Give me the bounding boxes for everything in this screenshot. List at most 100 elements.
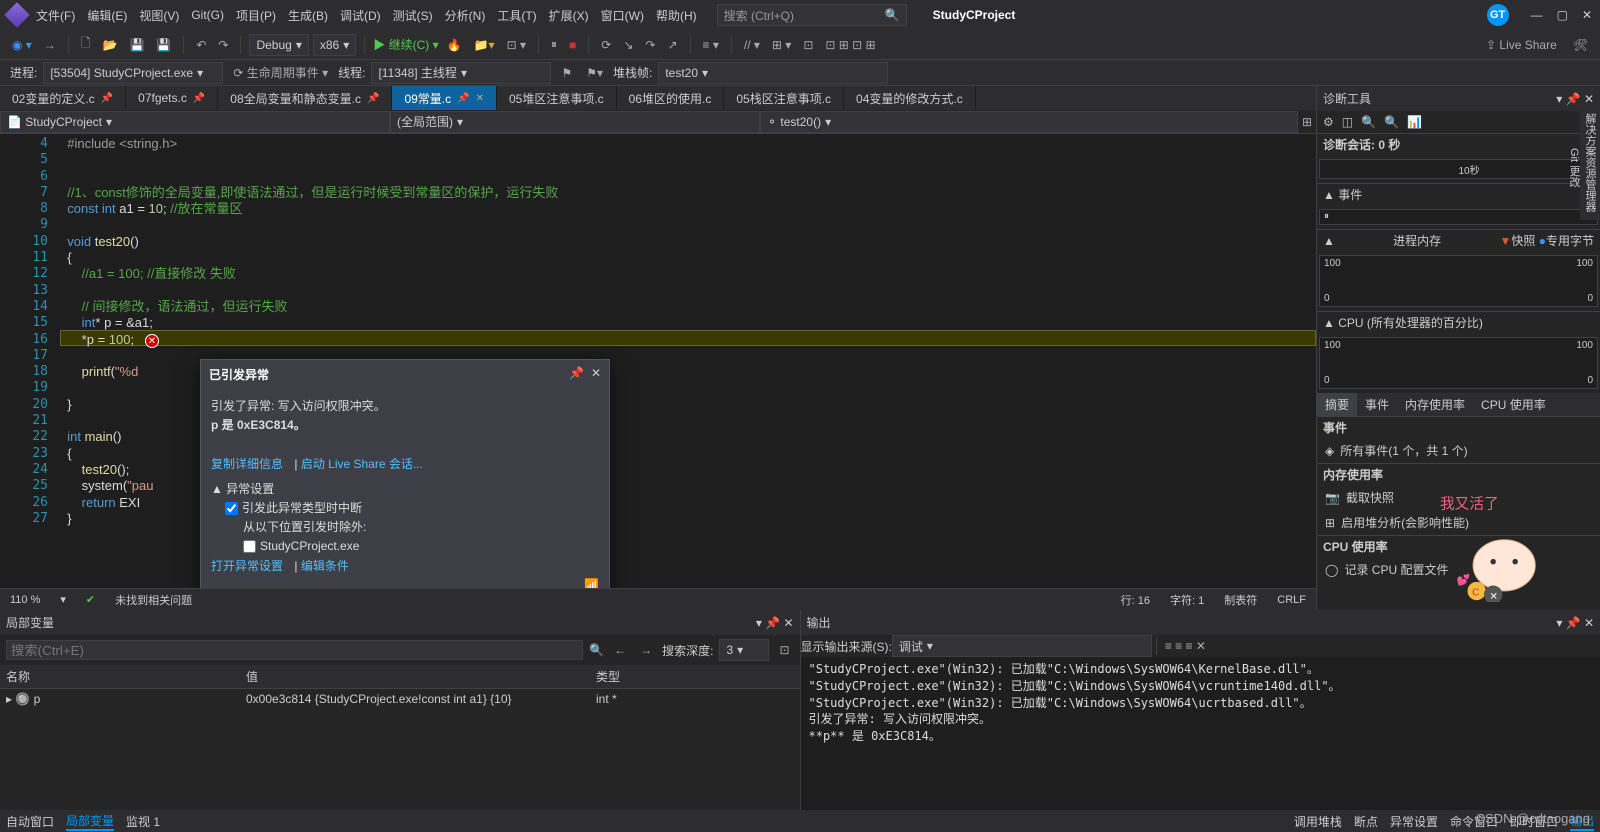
bottom-tab[interactable]: 自动窗口 <box>6 813 54 830</box>
step-over-icon[interactable]: ↷ <box>641 36 659 54</box>
diag-tab[interactable]: 内存使用率 <box>1397 393 1473 416</box>
config-dropdown[interactable]: Debug▾ <box>249 34 308 56</box>
hot-reload-icon[interactable]: 🔥 <box>443 36 466 54</box>
liveshare-button[interactable]: ⇪ Live Share <box>1482 36 1561 54</box>
menu-item[interactable]: 调试(D) <box>334 3 387 28</box>
menu-item[interactable]: 分析(N) <box>439 3 492 28</box>
diag-tab[interactable]: 摘要 <box>1317 393 1357 416</box>
file-tab[interactable]: 05堆区注意事项.c <box>497 86 617 110</box>
diag-tab[interactable]: 事件 <box>1357 393 1397 416</box>
chart-icon[interactable]: ◫ <box>1342 115 1353 129</box>
git-changes-tab[interactable]: Git 更改 <box>1566 123 1582 212</box>
scope-function[interactable]: ⚬ test20()▾ <box>760 111 1298 133</box>
bottom-tab[interactable]: 调用堆栈 <box>1294 813 1342 830</box>
code-editor[interactable]: 4567891011121314151617181920212223242526… <box>0 134 1316 588</box>
copy-details-link[interactable]: 复制详细信息 <box>211 457 283 471</box>
folder-icon[interactable]: 📁▾ <box>470 36 499 54</box>
misc2-icon[interactable]: ⊡ <box>799 36 817 54</box>
split-icon[interactable]: ⊞ <box>1298 113 1316 131</box>
search-icon[interactable]: 🔍 <box>589 643 604 657</box>
menu-item[interactable]: 工具(T) <box>491 3 542 28</box>
stackframe-dropdown[interactable]: test20▾ <box>658 62 888 84</box>
undo-icon[interactable]: ↶ <box>192 36 210 54</box>
redo-icon[interactable]: ↷ <box>214 36 232 54</box>
open-exception-settings-link[interactable]: 打开异常设置 <box>211 559 283 573</box>
step-into-icon[interactable]: ↘ <box>619 36 637 54</box>
step-out-icon[interactable]: ↗ <box>663 36 681 54</box>
pin-icon[interactable]: 📌 <box>569 366 584 380</box>
misc-icon[interactable]: ≡ ▾ <box>699 36 723 54</box>
edit-condition-link[interactable]: 编辑条件 <box>301 559 349 573</box>
nav-fwd-icon[interactable]: → <box>40 36 60 54</box>
format-icon[interactable]: ⊞ ▾ <box>768 36 795 54</box>
flag-icon[interactable]: ⚑ <box>557 64 576 82</box>
save-icon[interactable]: 💾 <box>125 36 148 54</box>
menu-item[interactable]: 项目(P) <box>230 3 282 28</box>
locals-search-input[interactable] <box>6 640 583 660</box>
bottom-tab[interactable]: 异常设置 <box>1390 813 1438 830</box>
pin-icon[interactable]: ▾ 📌 <box>1556 92 1580 106</box>
scope-region[interactable]: (全局范围)▾ <box>390 111 760 133</box>
right-sidebar-tabs[interactable]: 解决方案资源管理器 Git 更改 <box>1580 105 1600 220</box>
output-text[interactable]: "StudyCProject.exe"(Win32): 已加载"C:\Windo… <box>801 657 1600 810</box>
depth-dropdown[interactable]: 3▾ <box>719 639 769 661</box>
zoom-level[interactable]: 110 % <box>10 594 40 606</box>
gear-icon[interactable]: ⚙ <box>1323 115 1334 129</box>
menu-item[interactable]: 窗口(W) <box>595 3 650 28</box>
file-tab[interactable]: 07fgets.c 📌 <box>126 86 218 110</box>
reset-icon[interactable]: 📊 <box>1407 115 1422 129</box>
menu-item[interactable]: 编辑(E) <box>81 3 133 28</box>
file-tab[interactable]: 06堆区的使用.c <box>617 86 725 110</box>
open-icon[interactable]: 📂 <box>98 36 121 54</box>
lifecycle-icon[interactable]: ⟳ 生命周期事件 ▾ <box>229 62 332 83</box>
menu-item[interactable]: 视图(V) <box>133 3 185 28</box>
file-tab[interactable]: 02变量的定义.c 📌 <box>0 86 126 110</box>
solution-explorer-tab[interactable]: 解决方案资源管理器 <box>1582 113 1598 212</box>
except-item-checkbox[interactable] <box>243 540 256 553</box>
menu-item[interactable]: 测试(S) <box>387 3 439 28</box>
continue-button[interactable]: ▶ 继续(C) ▾ <box>373 36 438 53</box>
locals-row[interactable]: ▸ 🔘 p0x00e3c814 {StudyCProject.exe!const… <box>0 689 800 709</box>
file-tab[interactable]: 08全局变量和静态变量.c 📌 <box>218 86 392 110</box>
close-icon[interactable]: ✕ <box>1582 8 1592 22</box>
close-panel-icon[interactable]: ✕ <box>1584 92 1594 106</box>
menu-item[interactable]: Git(G) <box>185 4 230 26</box>
global-search-input[interactable]: 搜索 (Ctrl+Q) 🔍 <box>717 4 907 26</box>
zoom-out-icon[interactable]: 🔍 <box>1384 115 1399 129</box>
menu-item[interactable]: 帮助(H) <box>650 3 703 28</box>
restart-icon[interactable]: ⟳ <box>597 36 615 54</box>
zoom-in-icon[interactable]: 🔍 <box>1361 115 1376 129</box>
minimize-icon[interactable]: — <box>1531 8 1543 22</box>
file-tab[interactable]: 05栈区注意事项.c <box>724 86 844 110</box>
menu-item[interactable]: 扩展(X) <box>543 3 595 28</box>
bottom-tab[interactable]: 监视 1 <box>126 813 160 830</box>
new-icon[interactable]: 🗋 <box>77 32 95 57</box>
pause-icon[interactable]: ⏸ <box>547 35 561 54</box>
platform-dropdown[interactable]: x86▾ <box>313 34 356 56</box>
issues-label[interactable]: 未找到相关问题 <box>115 592 192 608</box>
misc3-icon[interactable]: ⊡ ⊞ ⊡ ⊞ <box>821 36 879 54</box>
popup-close-icon[interactable]: ✕ <box>591 366 601 380</box>
user-badge[interactable]: GT <box>1487 4 1509 26</box>
file-tab[interactable]: 04变量的修改方式.c <box>844 86 976 110</box>
maximize-icon[interactable]: ▢ <box>1557 8 1568 22</box>
nav-back-icon[interactable]: ◉ ▾ <box>8 36 36 54</box>
file-tab[interactable]: 09常量.c 📌 ✕ <box>392 86 497 110</box>
thread-dropdown[interactable]: [11348] 主线程▾ <box>371 62 551 84</box>
flag2-icon[interactable]: ⚑▾ <box>582 64 607 82</box>
stop-icon[interactable]: ■ <box>565 36 580 54</box>
clear-output-icon[interactable]: ≡ ≡ ≡ ✕ <box>1161 637 1210 655</box>
diag-tab[interactable]: CPU 使用率 <box>1473 393 1554 416</box>
menu-item[interactable]: 文件(F) <box>30 3 81 28</box>
output-source-dropdown[interactable]: 调试▾ <box>892 635 1152 657</box>
menu-item[interactable]: 生成(B) <box>282 3 334 28</box>
something-icon[interactable]: ⊡ ▾ <box>503 36 530 54</box>
process-dropdown[interactable]: [53504] StudyCProject.exe▾ <box>43 62 223 84</box>
admin-icon[interactable]: 🛠 <box>1569 36 1592 54</box>
comment-icon[interactable]: // ▾ <box>740 36 764 54</box>
liveshare-link[interactable]: 启动 Live Share 会话... <box>301 457 423 471</box>
save-all-icon[interactable]: 💾 <box>152 36 175 54</box>
scope-project[interactable]: 📄 StudyCProject▾ <box>0 111 390 133</box>
bottom-tab[interactable]: 断点 <box>1354 813 1378 830</box>
diag-events-all[interactable]: ◈ 所有事件(1 个，共 1 个) <box>1317 438 1600 463</box>
